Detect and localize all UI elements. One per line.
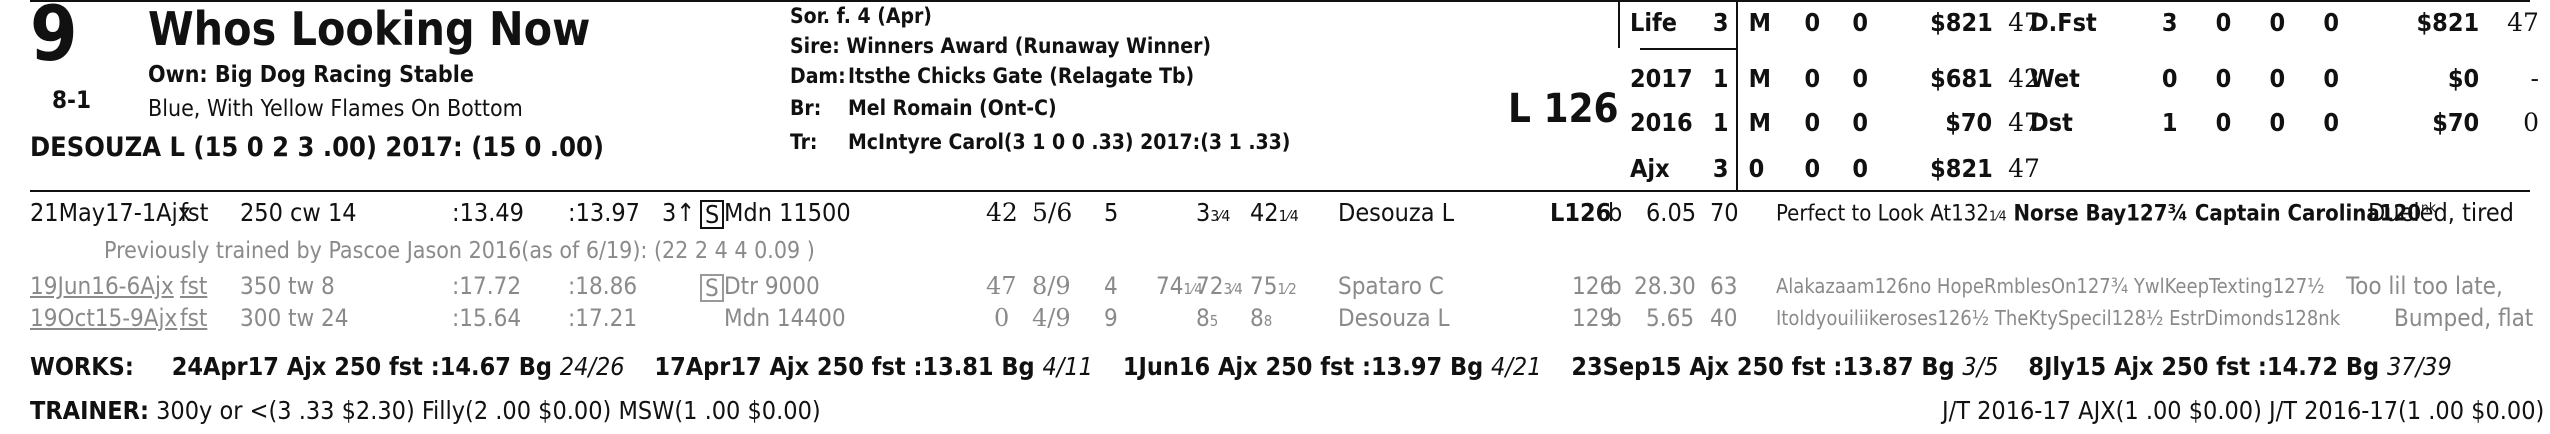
race-date: 21May17-1Ajx [30, 198, 192, 227]
age-restriction: 3↑ [662, 198, 696, 227]
race-jockey: Desouza L [1338, 304, 1450, 332]
start-position: 5 [1104, 198, 1119, 227]
record-box-left [1618, 0, 1620, 48]
trainer-stats: TRAINER: 300y or <(3 .33 $2.30) Filly(2 … [30, 396, 821, 425]
trip-comment: Perfect to Look At1321⁄4 Norse Bay127¾ C… [1776, 200, 2436, 227]
speed-rating: 63 [1710, 272, 1738, 300]
track-condition: fst [180, 272, 208, 300]
workout: 17Apr17 Ajx 250 fst :13.81 Bg 4/11 [654, 352, 1093, 381]
trip-comment: Itoldyouiliikeroses126½ TheKtySpecil128½… [1776, 306, 2341, 330]
race-class: Mdn 14400 [724, 304, 846, 332]
call-2: 88 [1250, 304, 1273, 332]
medication: b [1608, 198, 1623, 227]
trainer-stats-label: TRAINER: [30, 396, 149, 425]
trainer-stats-text: 300y or <(3 .33 $2.30) Filly(2 .00 $0.00… [156, 396, 821, 425]
morning-line-odds: 8-1 [52, 86, 92, 114]
jockey-stats: DESOUZA L (15 0 2 3 .00) 2017: (15 0 .00… [30, 132, 605, 163]
call-2: 421⁄4 [1250, 198, 1299, 227]
works-label: WORKS: [30, 352, 134, 381]
call-1: 723⁄4 [1196, 272, 1243, 300]
workout: 24Apr17 Ajx 250 fst :14.67 Bg 24/26 [171, 352, 625, 381]
breeder: Mel Romain (Ont-C) [848, 96, 1057, 120]
dam: Itsthe Chicks Gate (Relagate Tb) [848, 64, 1195, 88]
fraction-time: :13.49 [452, 198, 524, 227]
record-divider-2 [1640, 48, 1737, 50]
trip-comment: Alakazaam126no HopeRmblesOn127¾ YwlKeepT… [1776, 274, 2325, 298]
workout: 1Jun16 Ajx 250 fst :13.97 Bg 4/21 [1122, 352, 1542, 381]
race-jockey: Desouza L [1338, 198, 1455, 227]
race-line: 19Oct15-9Ajx fst 300 tw 24 :15.64 :17.21… [0, 304, 2550, 338]
final-odds: 6.05 [1646, 198, 1697, 227]
speed-figure: 42 [986, 198, 1018, 227]
medication: b [1608, 304, 1622, 332]
call-2: 751⁄2 [1250, 272, 1297, 300]
call-1: 33⁄4 [1196, 198, 1231, 227]
final-time: :13.97 [568, 198, 640, 227]
silks: Blue, With Yellow Flames On Bottom [148, 96, 523, 122]
post-position: 4/9 [1032, 304, 1071, 332]
sex-age: Sor. f. 4 (Apr) [790, 4, 932, 28]
race-jockey: Spataro C [1338, 272, 1444, 300]
call-1: 85 [1196, 304, 1219, 332]
program-number: 9 [30, 0, 78, 78]
record-row: 2017 1 M 0 0 $681 42 [1630, 64, 2040, 93]
breeder-label: Br: [790, 96, 822, 120]
record-row: Ajx 3 0 0 0 $821 47 [1630, 154, 2040, 183]
workout: 23Sep15 Ajx 250 fst :13.87 Bg 3/5 [1571, 352, 1999, 381]
speed-figure: 0 [994, 304, 1010, 332]
post-position: 8/9 [1032, 272, 1071, 300]
horse-name: Whos Looking Now [148, 2, 591, 56]
race-distance: 250 cw 14 [240, 198, 357, 227]
record-row: Dst 1 0 0 0 $70 0 [2030, 108, 2539, 137]
race-date: 19Oct15-9Ajx [30, 304, 178, 332]
workout: 8Jly15 Ajx 250 fst :14.72 Bg 37/39 [2028, 352, 2452, 381]
medication: b [1608, 272, 1622, 300]
race-date: 19Jun16-6Ajx [30, 272, 174, 300]
final-odds: 5.65 [1646, 304, 1695, 332]
race-remark: Bumped, flat [2394, 304, 2534, 332]
start-position: 9 [1104, 304, 1118, 332]
weight-carried: L 126 [1508, 86, 1619, 132]
race-class: Dtr 9000 [724, 272, 820, 300]
final-odds: 28.30 [1634, 272, 1696, 300]
speed-rating: 40 [1710, 304, 1738, 332]
dam-label: Dam: [790, 64, 846, 88]
start-position: 4 [1104, 272, 1118, 300]
state-bred-badge: S [700, 274, 724, 302]
record-row: D.Fst 3 0 0 0 $821 47 [2030, 8, 2539, 37]
record-row: 2016 1 M 0 0 $70 47 [1630, 108, 2040, 137]
race-remark: Too lil too late, [2346, 272, 2503, 300]
state-bred-badge: S [700, 200, 725, 229]
fraction-time: :15.64 [452, 304, 522, 332]
race-line: 19Jun16-6Ajx fst 350 tw 8 :17.72 :18.86 … [0, 272, 2550, 306]
race-line: 21May17-1Ajx fst 250 cw 14 :13.49 :13.97… [0, 198, 2550, 234]
jockey-trainer-stats: J/T 2016-17 AJX(1 .00 $0.00) J/T 2016-17… [1942, 396, 2545, 425]
track-condition: fst [180, 304, 208, 332]
owner: Own: Big Dog Racing Stable [148, 62, 474, 88]
trainer-label: Tr: [790, 130, 818, 154]
race-weight: L126 [1550, 198, 1612, 227]
race-distance: 300 tw 24 [240, 304, 349, 332]
trainer: McIntyre Carol(3 1 0 0 .33) 2017:(3 1 .3… [848, 130, 1291, 154]
race-class: Mdn 11500 [724, 198, 851, 227]
speed-rating: 70 [1710, 198, 1739, 227]
speed-figure: 47 [986, 272, 1017, 300]
previous-trainer-note: Previously trained by Pascoe Jason 2016(… [104, 238, 815, 264]
track-condition: fst [180, 198, 209, 227]
record-row: Life 3 M 0 0 $821 47 [1630, 8, 2040, 37]
works-line: WORKS: 24Apr17 Ajx 250 fst :14.67 Bg 24/… [30, 352, 2452, 381]
post-position: 5/6 [1032, 198, 1073, 227]
record-row: Wet 0 0 0 0 $0 - [2030, 64, 2539, 93]
fraction-time: :17.72 [452, 272, 522, 300]
race-distance: 350 tw 8 [240, 272, 335, 300]
final-time: :18.86 [568, 272, 638, 300]
final-time: :17.21 [568, 304, 638, 332]
pp-rule [30, 190, 2530, 192]
sire: Sire: Winners Award (Runaway Winner) [790, 34, 1212, 58]
race-remark: Dueled, tired [2368, 198, 2514, 227]
